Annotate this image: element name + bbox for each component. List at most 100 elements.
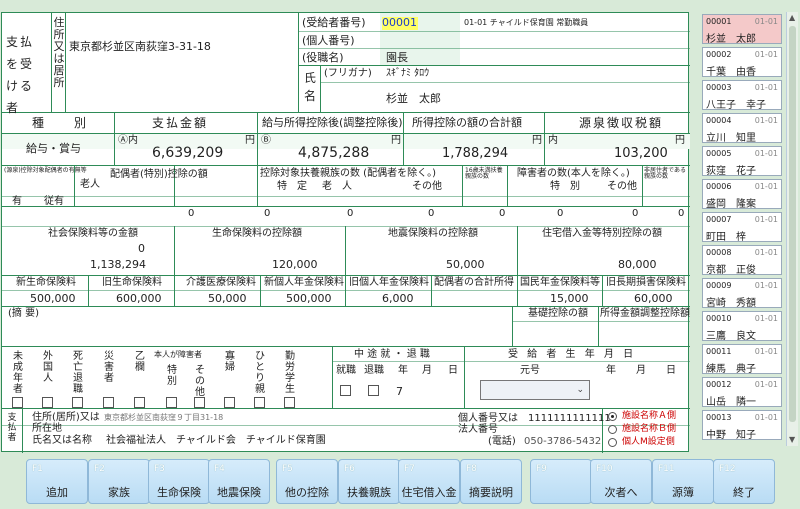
old-life-value[interactable]: 600,000 [116,293,162,304]
f8-button[interactable]: F8 摘要説明 [460,459,522,504]
after-deduction-field[interactable]: 4,875,288 [298,146,369,160]
name-value[interactable]: 杉並 太郎 [386,93,441,104]
single-parent-checkbox[interactable] [254,397,265,408]
f5-button[interactable]: F5 他の控除 [276,459,338,504]
fkey-label: 地震保険 [217,486,261,499]
individual-m-radio[interactable] [608,438,617,447]
working-student-label: 勤労学生 [285,351,295,395]
employee-item[interactable]: 00012 01-01 山岳 隣一 [702,377,782,408]
scroll-down-icon[interactable]: ▼ [789,435,795,444]
self-disabled-special-checkbox[interactable] [166,397,177,408]
birth-month-label: 月 [636,365,646,376]
spouse-deduction-value[interactable]: 0 [188,209,194,219]
disabled-other-count[interactable]: 0 [632,209,638,219]
recipient-no-field[interactable]: 00001 [382,17,418,30]
working-student-checkbox[interactable] [284,397,295,408]
life-deduction-value[interactable]: 120,000 [272,259,318,270]
f1-button[interactable]: F1 追加 [26,459,88,504]
employee-item[interactable]: 00006 01-01 盛岡 隆案 [702,179,782,210]
f11-button[interactable]: F11 源簿 [652,459,714,504]
dep-special-count[interactable]: 0 [264,209,270,219]
withholding-field[interactable]: 103,200 [614,147,668,160]
dep-other-count[interactable]: 0 [428,209,434,219]
widow-checkbox[interactable] [224,397,235,408]
care-header: 介護医療保険料 [186,277,256,288]
facility-a-radio[interactable] [608,412,617,421]
f3-button[interactable]: F3 生命保険 [148,459,210,504]
payer-address-label: 住所(居所)又は所在地 [32,412,100,434]
disabled-special-count[interactable]: 0 [557,209,563,219]
employee-no: 00009 [706,281,732,290]
f10-button[interactable]: F10 次者へ [590,459,652,504]
other-label: その他 [412,181,442,192]
employee-item[interactable]: 00005 01-01 荻窪 花子 [702,146,782,177]
national-pension-value[interactable]: 15,000 [550,293,589,304]
scroll-thumb[interactable] [789,26,796,422]
fkey-label: 終了 [733,486,755,499]
remarks-label: (摘 要) [8,308,39,319]
employee-item[interactable]: 00007 01-01 町田 梓 [702,212,782,243]
self-disabled-other: その他 [195,365,205,398]
midyear-year-label: 年 [398,365,408,376]
self-disabled-other-checkbox[interactable] [194,397,205,408]
f9-button[interactable]: F9 [530,459,592,504]
f7-button[interactable]: F7 住宅借入金 [398,459,460,504]
fkey-number: F7 [404,464,415,474]
old-pension-value[interactable]: 6,000 [382,293,414,304]
under16-count[interactable]: 0 [499,209,505,219]
quake-deduction-value[interactable]: 50,000 [446,259,485,270]
new-pension-value[interactable]: 500,000 [286,293,332,304]
furigana-value[interactable]: ｽｷﾞﾅﾐ ﾀﾛｳ [386,69,429,79]
employee-item[interactable]: 00010 01-01 三鷹 良文 [702,311,782,342]
employee-name: 練馬 典子 [706,364,756,375]
death-checkbox[interactable] [72,397,83,408]
minor-checkbox[interactable] [12,397,23,408]
f2-button[interactable]: F2 家族 [88,459,150,504]
era-label: 元号 [520,365,540,376]
retired-checkbox[interactable] [368,385,379,396]
nonresident-count[interactable]: 0 [678,209,684,219]
yen-label: 円 [391,135,401,146]
new-life-value[interactable]: 500,000 [30,293,76,304]
housing-deduction-value[interactable]: 80,000 [618,259,657,270]
pay-amount-field[interactable]: 6,639,209 [152,146,223,160]
social-insurance-value[interactable]: 1,138,294 [90,259,146,270]
employee-item[interactable]: 00011 01-01 練馬 典子 [702,344,782,375]
employee-code: 01-01 [754,17,778,26]
birth-year-label: 年 [606,365,616,376]
f12-button[interactable]: F12 終了 [713,459,775,504]
death-label: 死亡退職 [73,351,83,395]
employee-list-scrollbar[interactable]: ▲ ▼ [786,12,798,446]
employee-item[interactable]: 00004 01-01 立川 知里 [702,113,782,144]
f4-button[interactable]: F4 地震保険 [208,459,270,504]
midyear-month-value[interactable]: 7 [396,386,403,397]
deduction-total-field[interactable]: 1,788,294 [442,147,508,160]
employee-item[interactable]: 00003 01-01 八王子 幸子 [702,80,782,111]
old-long-value[interactable]: 60,000 [634,293,673,304]
employee-item[interactable]: 00009 01-01 宮崎 秀額 [702,278,782,309]
social-inner-value[interactable]: 0 [138,243,145,254]
position-value[interactable]: 園長 [386,52,408,63]
disaster-checkbox[interactable] [103,397,114,408]
dep-old-count[interactable]: 0 [347,209,353,219]
employee-item[interactable]: 00001 01-01 杉並 太郎 [702,14,782,45]
employee-item[interactable]: 00013 01-01 中野 知子 [702,410,782,441]
employee-item[interactable]: 00008 01-01 京都 正俊 [702,245,782,276]
scroll-up-icon[interactable]: ▲ [789,13,795,22]
otsu-checkbox[interactable] [134,397,145,408]
employee-item[interactable]: 00002 01-01 千葉 由香 [702,47,782,78]
facility-b-radio[interactable] [608,425,617,434]
era-select[interactable]: ⌄ [480,380,590,400]
employee-no: 00005 [706,149,732,158]
foreigner-checkbox[interactable] [42,397,53,408]
care-value[interactable]: 50,000 [208,293,247,304]
fkey-label: 生命保険 [157,486,201,499]
fkey-label: 扶養親族 [347,486,391,499]
employee-name: 荻窪 花子 [706,166,756,177]
f6-button[interactable]: F6 扶養親族 [338,459,400,504]
fkey-number: F2 [94,464,105,474]
employee-no: 00002 [706,50,732,59]
employed-checkbox[interactable] [340,385,351,396]
employee-no: 00001 [706,17,732,26]
type-header: 種 別 [32,116,89,130]
